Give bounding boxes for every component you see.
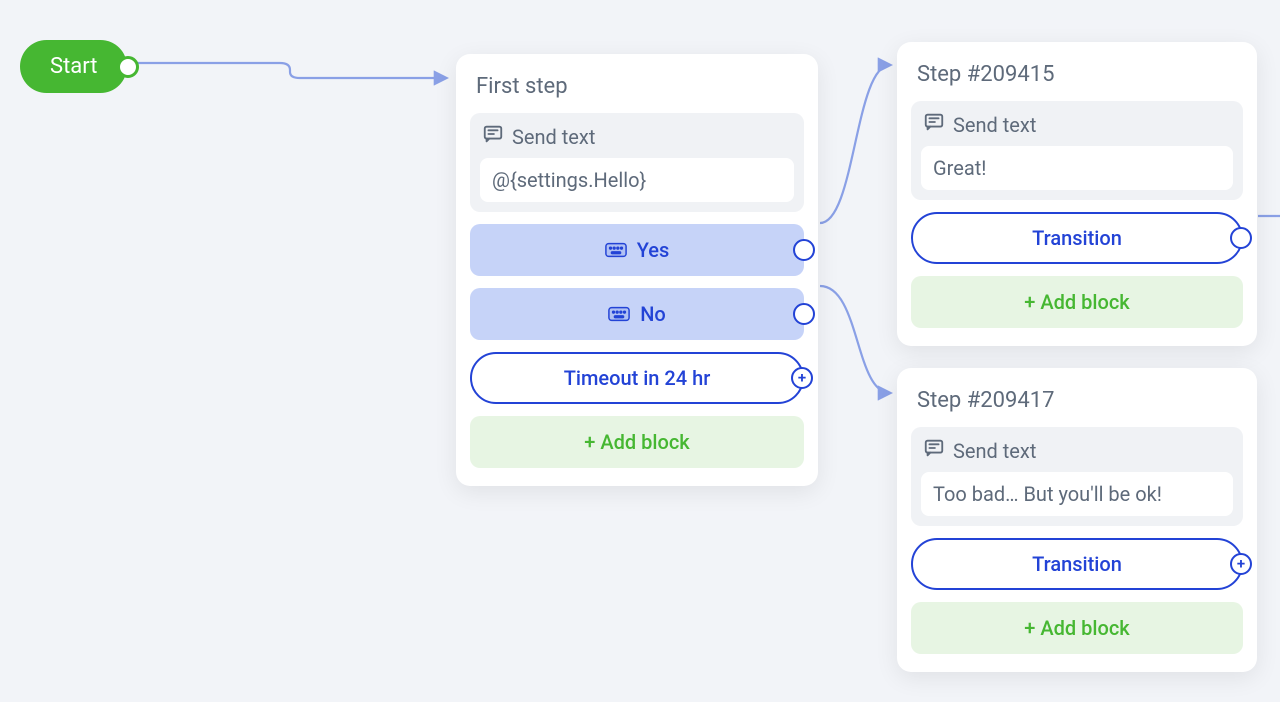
send-text-label: Send text [953,439,1036,463]
timeout-label: Timeout in 24 hr [564,366,711,390]
transition-output-port[interactable] [1230,227,1252,249]
send-text-label: Send text [512,125,595,149]
transition-label: Transition [1032,552,1122,576]
send-text-label: Send text [953,113,1036,137]
transition-output-port[interactable] [1230,553,1252,575]
no-output-port[interactable] [793,303,815,325]
add-block-button[interactable]: + Add block [911,276,1243,328]
keyboard-icon [608,306,630,322]
send-text-block[interactable]: Send text Great! [911,101,1243,200]
canvas[interactable]: Start First step Send text @{settings.He… [0,0,1280,702]
step-card-209417[interactable]: Step #209417 Send text Too bad… But you'… [897,368,1257,672]
timeout-output-port[interactable] [791,367,813,389]
transition-button[interactable]: Transition [911,538,1243,590]
send-text-body[interactable]: Too bad… But you'll be ok! [921,472,1233,516]
step-title: Step #209417 [917,388,1239,413]
send-text-body[interactable]: @{settings.Hello} [480,158,794,202]
message-icon [923,111,945,138]
transition-label: Transition [1032,226,1122,250]
start-output-port[interactable] [117,56,139,78]
add-block-label: + Add block [1024,616,1129,640]
step-card-209415[interactable]: Step #209415 Send text Great! Transition… [897,42,1257,346]
send-text-header: Send text [911,427,1243,472]
add-block-label: + Add block [584,430,689,454]
send-text-block[interactable]: Send text Too bad… But you'll be ok! [911,427,1243,526]
add-block-button[interactable]: + Add block [911,602,1243,654]
quick-reply-yes-label: Yes [637,238,670,262]
step-title: First step [476,74,800,99]
message-icon [482,123,504,150]
quick-reply-yes[interactable]: Yes [470,224,804,276]
keyboard-icon [605,242,627,258]
start-label: Start [50,54,97,79]
send-text-block[interactable]: Send text @{settings.Hello} [470,113,804,212]
add-block-label: + Add block [1024,290,1129,314]
timeout-button[interactable]: Timeout in 24 hr [470,352,804,404]
send-text-body[interactable]: Great! [921,146,1233,190]
quick-reply-no-label: No [640,302,666,326]
send-text-header: Send text [470,113,804,158]
start-node[interactable]: Start [20,40,127,93]
send-text-header: Send text [911,101,1243,146]
quick-reply-no[interactable]: No [470,288,804,340]
add-block-button[interactable]: + Add block [470,416,804,468]
yes-output-port[interactable] [793,239,815,261]
step-card-first[interactable]: First step Send text @{settings.Hello} Y… [456,54,818,486]
message-icon [923,437,945,464]
step-title: Step #209415 [917,62,1239,87]
transition-button[interactable]: Transition [911,212,1243,264]
